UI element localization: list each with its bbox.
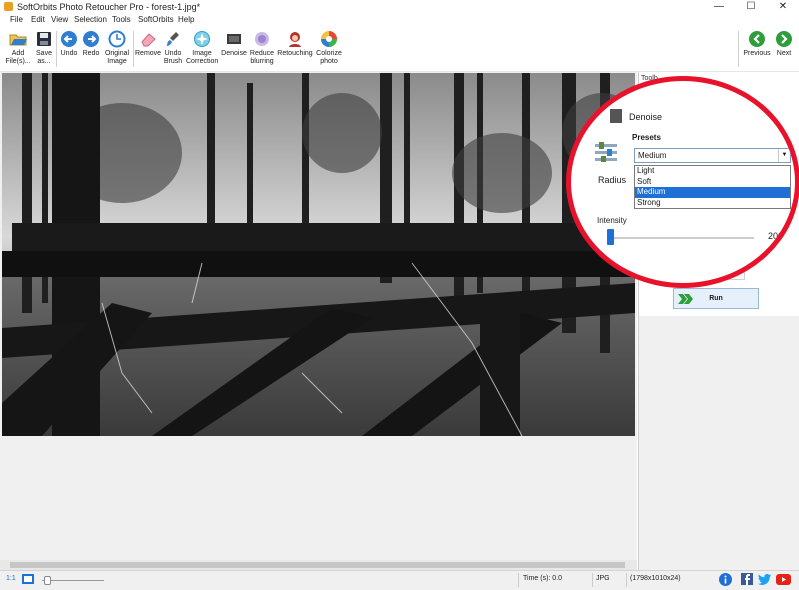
intensity-value: 200: [768, 231, 784, 241]
image-correction-button[interactable]: Image Correction: [186, 30, 218, 66]
color-wheel-icon: [321, 31, 337, 47]
original-image-button[interactable]: Original Image: [103, 30, 131, 66]
radius-label: Radius: [598, 175, 627, 185]
menu-softorbits[interactable]: SoftOrbits: [138, 15, 174, 24]
title-bar: SoftOrbits Photo Retoucher Pro - forest-…: [0, 0, 799, 14]
tool-title: Denoise: [629, 112, 663, 122]
zoom-slider[interactable]: [42, 580, 104, 581]
facebook-icon[interactable]: [741, 573, 753, 585]
reduce-blurring-button[interactable]: Reduce blurring: [248, 30, 276, 66]
previous-arrow-icon: [749, 31, 765, 47]
preset-option-strong[interactable]: Strong: [635, 198, 790, 209]
window-title: SoftOrbits Photo Retoucher Pro - forest-…: [17, 2, 201, 12]
image-format: JPG: [596, 575, 610, 582]
undo-brush-button[interactable]: Undo Brush: [162, 30, 184, 66]
intensity-slider-track[interactable]: [609, 237, 754, 239]
app-icon: [4, 2, 13, 11]
status-separator: [592, 573, 593, 587]
toolbar-separator: [133, 31, 134, 67]
fit-screen-icon[interactable]: [22, 574, 34, 584]
processing-time: Time (s): 0.0: [523, 575, 563, 582]
image-correction-icon: [194, 31, 210, 47]
presets-label: Presets: [632, 133, 661, 142]
zoom-callout: Denoise Presets Medium ▼ Light Soft Medi…: [566, 76, 799, 288]
redo-arrow-icon: [83, 31, 99, 47]
run-arrows-icon: [678, 294, 693, 304]
chevron-down-icon[interactable]: ▼: [778, 149, 790, 162]
run-button[interactable]: Run: [673, 288, 759, 309]
eraser-icon: [141, 33, 156, 47]
undo-arrow-icon: [61, 31, 77, 47]
menu-edit[interactable]: Edit: [31, 15, 45, 24]
menu-selection[interactable]: Selection: [74, 15, 107, 24]
portrait-icon: [289, 32, 301, 47]
intensity-slider-thumb[interactable]: [607, 229, 614, 245]
toolbar: Add File(s)... Save as... Undo Redo Orig…: [0, 27, 799, 72]
add-files-button[interactable]: Add File(s)...: [4, 30, 32, 66]
close-button[interactable]: ✕: [767, 0, 799, 14]
zoom-ratio-button[interactable]: 1:1: [6, 575, 16, 582]
twitter-icon[interactable]: [758, 574, 771, 585]
blur-icon: [255, 32, 269, 46]
menu-file[interactable]: File: [10, 15, 23, 24]
menu-bar: File Edit View Selection Tools SoftOrbit…: [0, 14, 799, 27]
clock-icon: [108, 30, 126, 48]
minimize-button[interactable]: —: [703, 0, 735, 14]
maximize-button[interactable]: ☐: [735, 0, 767, 14]
save-as-button[interactable]: Save as...: [34, 30, 54, 66]
colorize-photo-button[interactable]: Colorize photo: [314, 30, 344, 66]
image-workspace: [0, 72, 637, 570]
denoise-tool-icon: [610, 109, 622, 123]
presets-dropdown[interactable]: Medium ▼: [634, 148, 791, 163]
redo-button[interactable]: Redo: [81, 30, 101, 58]
horizontal-scrollbar[interactable]: [0, 560, 637, 570]
undo-button[interactable]: Undo: [59, 30, 79, 58]
retouching-button[interactable]: Retouching: [277, 30, 313, 58]
zoom-slider-handle[interactable]: [44, 576, 51, 585]
toolbar-separator: [56, 31, 57, 67]
preset-option-medium[interactable]: Medium: [635, 187, 790, 198]
forest-photo: [2, 73, 635, 436]
preset-option-soft[interactable]: Soft: [635, 177, 790, 188]
image-dimensions: (1798x1010x24): [630, 575, 681, 582]
next-arrow-icon: [776, 31, 792, 47]
previous-button[interactable]: Previous: [741, 30, 773, 58]
intensity-label: Intensity: [597, 216, 627, 225]
denoise-icon: [227, 34, 241, 44]
sliders-icon: [595, 142, 617, 162]
folder-open-icon: [9, 34, 27, 46]
remove-button[interactable]: Remove: [135, 30, 161, 58]
menu-tools[interactable]: Tools: [112, 15, 131, 24]
photo-canvas[interactable]: [2, 73, 635, 436]
scrollbar-thumb[interactable]: [10, 562, 625, 568]
floppy-disk-icon: [37, 32, 51, 46]
toolbar-separator: [738, 31, 739, 67]
brush-icon: [167, 32, 179, 46]
menu-view[interactable]: View: [51, 15, 68, 24]
menu-help[interactable]: Help: [178, 15, 194, 24]
info-icon[interactable]: [719, 573, 732, 586]
next-button[interactable]: Next: [773, 30, 795, 58]
status-separator: [626, 573, 627, 587]
presets-dropdown-list: Light Soft Medium Strong: [634, 165, 791, 209]
preset-option-light[interactable]: Light: [635, 166, 790, 177]
status-bar: 1:1 Time (s): 0.0 JPG (1798x1010x24): [0, 570, 799, 590]
status-separator: [518, 573, 519, 587]
youtube-icon[interactable]: [776, 574, 791, 585]
denoise-button[interactable]: Denoise: [220, 30, 248, 58]
